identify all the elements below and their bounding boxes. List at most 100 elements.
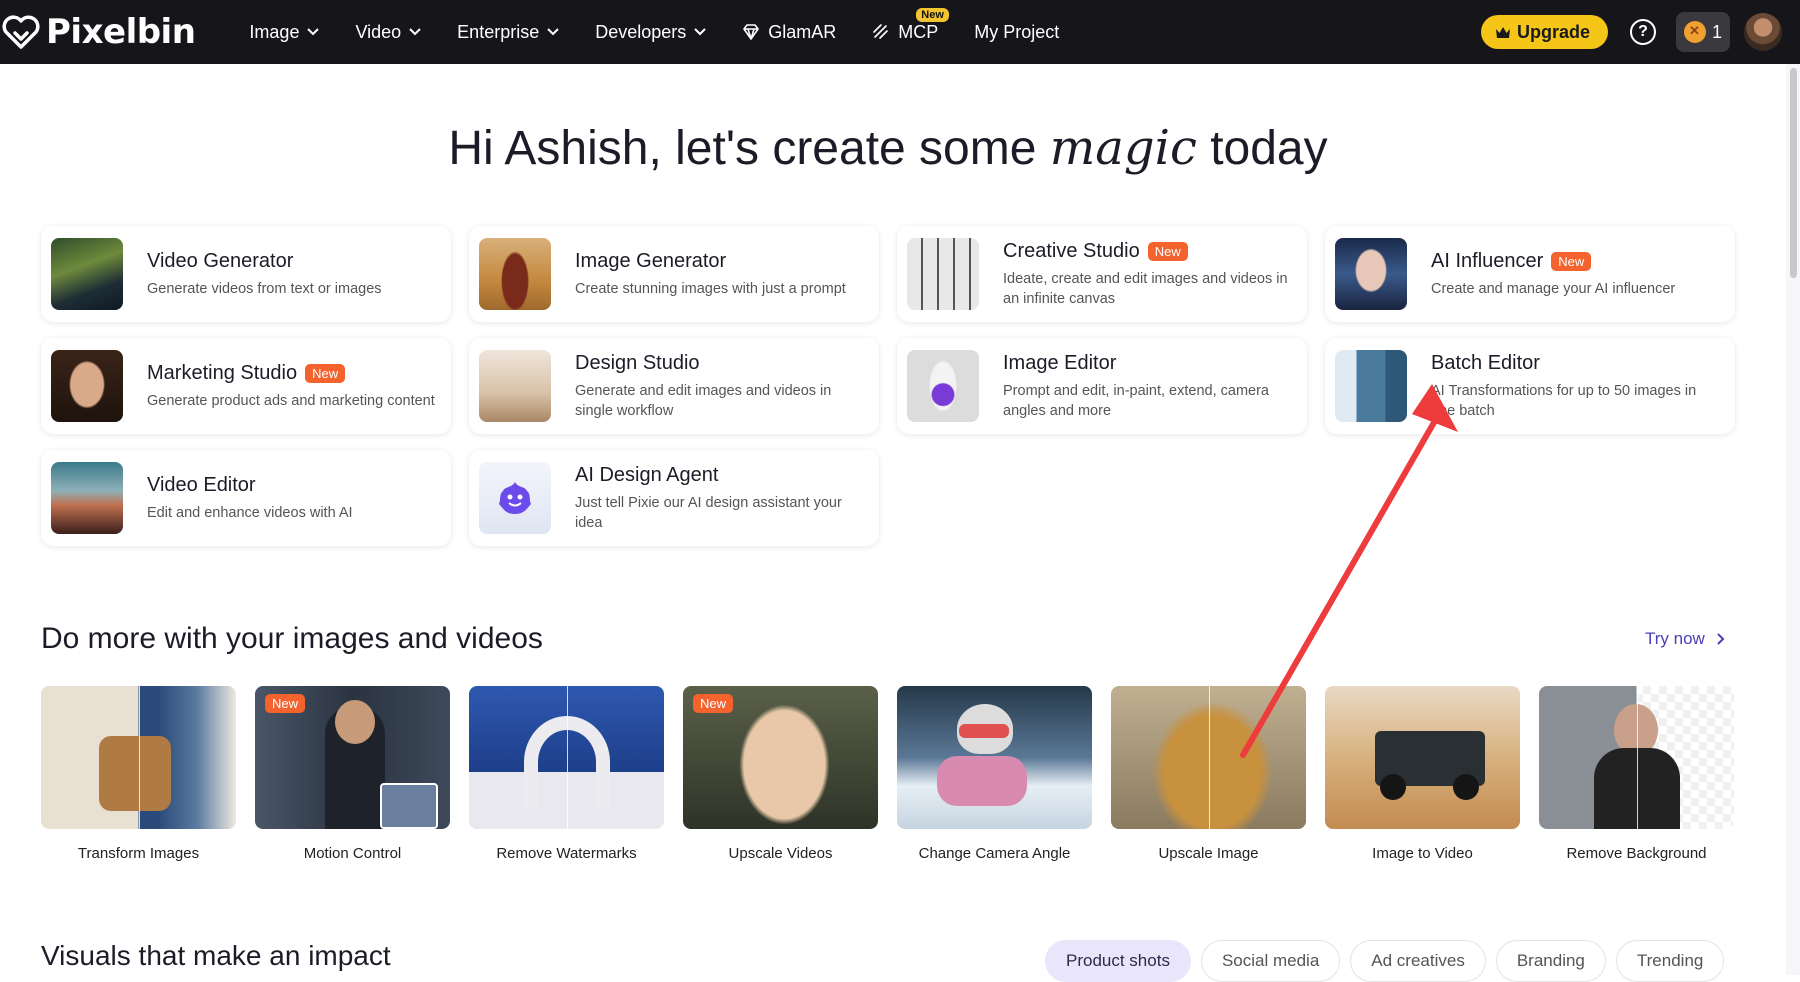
tool-change-camera-angle[interactable]: Change Camera Angle bbox=[897, 686, 1092, 862]
chevron-right-icon bbox=[1717, 633, 1725, 645]
card-title: Image Generator bbox=[575, 249, 727, 272]
chevron-down-icon bbox=[547, 28, 559, 36]
menu-developers[interactable]: Developers bbox=[577, 0, 724, 64]
new-badge: New bbox=[916, 8, 949, 22]
credits-button[interactable]: 1 bbox=[1675, 12, 1730, 52]
card-title: AI Design Agent bbox=[575, 463, 719, 486]
upgrade-button[interactable]: Upgrade bbox=[1480, 15, 1608, 49]
chevron-down-icon bbox=[307, 28, 320, 36]
tool-upscale-image[interactable]: Upscale Image bbox=[1111, 686, 1306, 862]
main-menu: Image Video Enterprise Developers GlamAR… bbox=[231, 0, 1077, 64]
tool-label: Upscale Image bbox=[1158, 845, 1259, 862]
tool-label: Change Camera Angle bbox=[918, 845, 1071, 862]
design-studio-thumbnail bbox=[479, 350, 551, 422]
menu-enterprise-label: Enterprise bbox=[457, 21, 540, 42]
new-badge: New bbox=[693, 694, 734, 713]
section-title-visuals: Visuals that make an impact bbox=[41, 940, 391, 971]
menu-image[interactable]: Image bbox=[231, 0, 337, 64]
upscale-videos-thumbnail: New bbox=[683, 686, 878, 829]
card-batch-editor[interactable]: Batch Editor AI Transformations for up to… bbox=[1325, 338, 1735, 434]
tool-label: Upscale Videos bbox=[728, 845, 833, 862]
card-desc: Create and manage your AI influencer bbox=[1431, 280, 1676, 297]
new-badge: New bbox=[1147, 241, 1188, 261]
card-image-editor[interactable]: Image Editor Prompt and edit, in-paint, e… bbox=[897, 338, 1307, 434]
tab-trending[interactable]: Trending bbox=[1615, 940, 1725, 982]
menu-my-project[interactable]: My Project bbox=[956, 0, 1077, 64]
remove-watermarks-thumbnail bbox=[469, 686, 664, 829]
card-title: Marketing Studio bbox=[147, 361, 298, 384]
hero-magic: magic bbox=[1049, 120, 1197, 176]
card-title: Creative Studio bbox=[1003, 239, 1140, 262]
tool-label: Motion Control bbox=[303, 845, 402, 862]
tool-label: Remove Background bbox=[1566, 845, 1707, 862]
card-desc: Generate videos from text or images bbox=[147, 280, 382, 297]
card-desc: Generate product ads and marketing conte… bbox=[147, 392, 435, 409]
image-generator-thumbnail bbox=[479, 238, 551, 310]
batch-editor-thumbnail bbox=[1335, 350, 1407, 422]
card-desc: Create stunning images with just a promp… bbox=[575, 280, 846, 297]
scrollbar[interactable] bbox=[1786, 64, 1800, 975]
tab-social-media[interactable]: Social media bbox=[1200, 940, 1341, 982]
tab-branding[interactable]: Branding bbox=[1495, 940, 1606, 982]
menu-glamar-label: GlamAR bbox=[768, 21, 837, 42]
tool-remove-watermarks[interactable]: Remove Watermarks bbox=[469, 686, 664, 862]
pixelbin-logo-icon bbox=[2, 15, 40, 49]
card-video-generator[interactable]: Video Generator Generate videos from text… bbox=[41, 226, 451, 322]
tool-upscale-videos[interactable]: New Upscale Videos bbox=[683, 686, 878, 862]
video-generator-thumbnail bbox=[51, 238, 123, 310]
tool-transform-images[interactable]: Transform Images bbox=[41, 686, 236, 862]
tab-product-shots[interactable]: Product shots bbox=[1045, 940, 1191, 982]
upscale-image-thumbnail bbox=[1111, 686, 1306, 829]
avatar[interactable] bbox=[1744, 13, 1782, 51]
card-title: Image Editor bbox=[1003, 351, 1117, 374]
card-desc: Ideate, create and edit images and video… bbox=[1003, 270, 1288, 307]
help-icon[interactable]: ? bbox=[1629, 19, 1656, 45]
chevron-down-icon bbox=[409, 28, 421, 36]
ai-influencer-thumbnail bbox=[1335, 238, 1407, 310]
menu-developers-label: Developers bbox=[595, 21, 687, 42]
tab-ad-creatives[interactable]: Ad creatives bbox=[1350, 940, 1486, 982]
glamar-icon bbox=[743, 24, 760, 40]
new-badge: New bbox=[265, 694, 306, 713]
card-title: Design Studio bbox=[575, 351, 700, 374]
card-creative-studio[interactable]: Creative Studio New Ideate, create and edi… bbox=[897, 226, 1307, 322]
card-image-generator[interactable]: Image Generator Create stunning images wi… bbox=[469, 226, 879, 322]
card-design-studio[interactable]: Design Studio Generate and edit images an… bbox=[469, 338, 879, 434]
menu-glamar[interactable]: GlamAR bbox=[724, 0, 854, 64]
section-title-do-more: Do more with your images and videos bbox=[41, 622, 543, 655]
card-ai-design-agent[interactable]: AI Design Agent Just tell Pixie our AI de… bbox=[469, 450, 879, 546]
menu-video[interactable]: Video bbox=[337, 0, 439, 64]
tool-image-to-video[interactable]: Image to Video bbox=[1325, 686, 1520, 862]
change-camera-angle-thumbnail bbox=[897, 686, 1092, 829]
card-desc: Generate and edit images and videos in s… bbox=[575, 382, 832, 419]
card-desc: AI Transformations for up to 50 images i… bbox=[1431, 382, 1697, 419]
menu-enterprise[interactable]: Enterprise bbox=[439, 0, 577, 64]
tool-label: Transform Images bbox=[77, 845, 200, 862]
menu-video-label: Video bbox=[355, 21, 402, 42]
card-desc: Prompt and edit, in-paint, extend, camer… bbox=[1003, 382, 1269, 419]
new-badge: New bbox=[305, 363, 346, 383]
try-now-label: Try now bbox=[1645, 629, 1705, 648]
crown-icon bbox=[1495, 26, 1510, 38]
mcp-icon bbox=[873, 24, 889, 39]
menu-mcp[interactable]: MCP New bbox=[854, 0, 956, 64]
tool-motion-control[interactable]: New Motion Control bbox=[255, 686, 450, 862]
upgrade-label: Upgrade bbox=[1516, 21, 1590, 42]
marketing-studio-thumbnail bbox=[51, 350, 123, 422]
logo[interactable]: Pixelbin bbox=[0, 0, 196, 64]
try-now-link[interactable]: Try now bbox=[1645, 629, 1725, 649]
card-title: AI Influencer bbox=[1431, 249, 1544, 272]
page-title: Hi Ashish, let's create some magic today bbox=[0, 120, 1776, 176]
tool-label: Remove Watermarks bbox=[496, 845, 637, 862]
card-video-editor[interactable]: Video Editor Edit and enhance videos with… bbox=[41, 450, 451, 546]
card-marketing-studio[interactable]: Marketing Studio New Generate product ads … bbox=[41, 338, 451, 434]
tool-label: Image to Video bbox=[1372, 845, 1473, 862]
tool-remove-background[interactable]: Remove Background bbox=[1539, 686, 1734, 862]
coin-icon bbox=[1683, 21, 1706, 43]
hero-prefix: Hi Ashish, let's create some bbox=[448, 122, 1050, 175]
card-ai-influencer[interactable]: AI Influencer New Create and manage your A… bbox=[1325, 226, 1735, 322]
scrollbar-thumb[interactable] bbox=[1790, 68, 1797, 278]
menu-my-project-label: My Project bbox=[974, 21, 1060, 42]
card-title: Video Editor bbox=[147, 473, 256, 496]
menu-mcp-label: MCP bbox=[898, 21, 939, 42]
